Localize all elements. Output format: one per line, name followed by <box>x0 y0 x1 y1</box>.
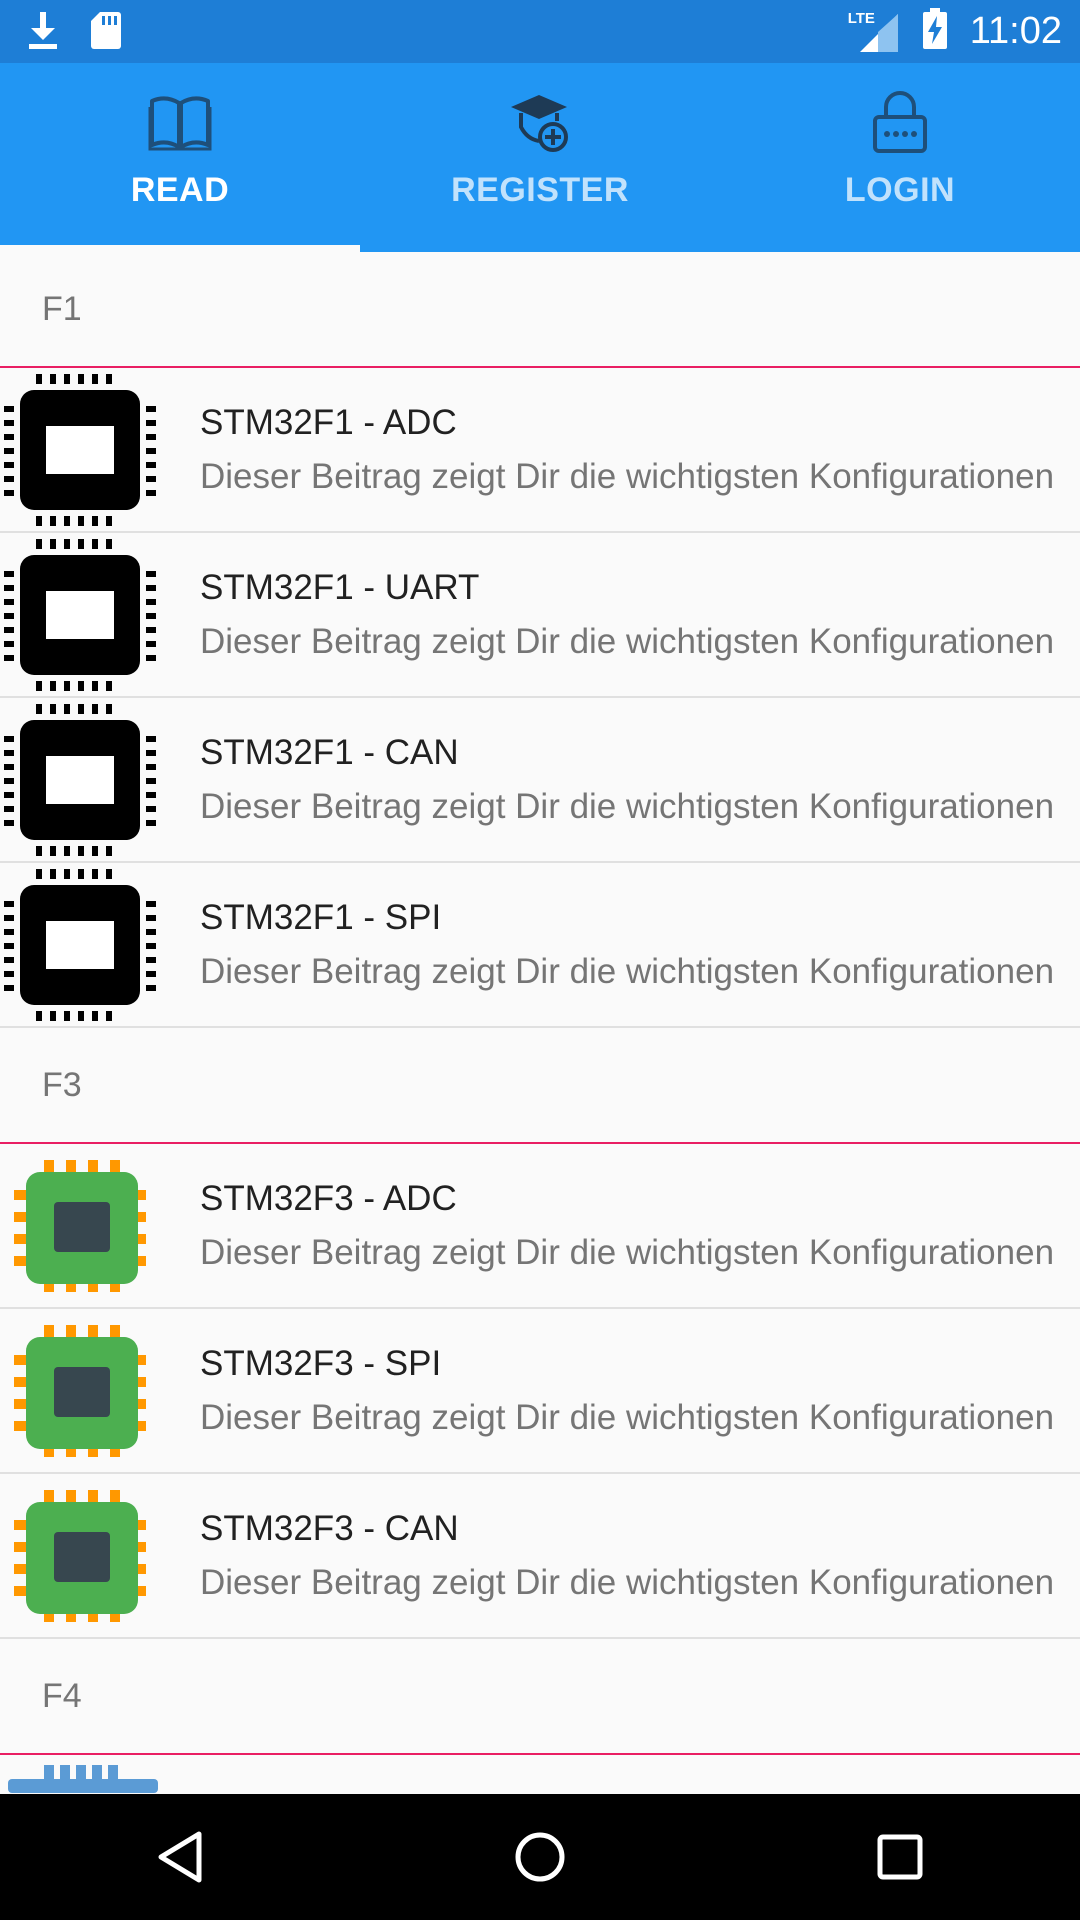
clock: 11:02 <box>969 10 1062 52</box>
section-header-f1: F1 <box>0 252 1080 368</box>
tab-bar: READ REGISTER LOGIN <box>0 63 1080 252</box>
item-subtitle: Dieser Beitrag zeigt Dir die wichtigsten… <box>200 1397 1055 1437</box>
chip-blue-icon <box>0 1755 200 1793</box>
item-title: STM32F1 - UART <box>200 567 480 607</box>
list-item-partial[interactable] <box>0 1755 1080 1794</box>
battery-charging-icon <box>922 8 948 55</box>
chip-green-icon <box>0 1144 200 1307</box>
item-subtitle: Dieser Beitrag zeigt Dir die wichtigsten… <box>200 786 1055 826</box>
item-subtitle: Dieser Beitrag zeigt Dir die wichtigsten… <box>200 621 1055 661</box>
item-title: STM32F1 - ADC <box>200 402 457 442</box>
item-title: STM32F3 - SPI <box>200 1343 442 1383</box>
chip-black-icon <box>0 698 200 861</box>
download-icon <box>26 10 60 55</box>
recents-icon[interactable] <box>840 1807 960 1907</box>
tab-read[interactable]: READ <box>0 63 360 252</box>
signal-icon: LTE <box>848 10 900 54</box>
home-icon[interactable] <box>480 1807 600 1907</box>
tab-register-label: REGISTER <box>451 171 629 209</box>
tab-login-label: LOGIN <box>844 171 956 209</box>
item-title: STM32F1 - CAN <box>200 732 459 772</box>
item-subtitle: Dieser Beitrag zeigt Dir die wichtigsten… <box>200 1562 1055 1602</box>
list-item[interactable]: STM32F3 - SPI Dieser Beitrag zeigt Dir d… <box>0 1309 1080 1474</box>
network-type-label: LTE <box>847 9 875 27</box>
list-item[interactable]: STM32F1 - ADC Dieser Beitrag zeigt Dir d… <box>0 368 1080 533</box>
tab-register[interactable]: REGISTER <box>360 63 720 252</box>
list-item[interactable]: STM32F1 - SPI Dieser Beitrag zeigt Dir d… <box>0 863 1080 1028</box>
item-subtitle: Dieser Beitrag zeigt Dir die wichtigsten… <box>200 1232 1055 1272</box>
chip-black-icon <box>0 863 200 1026</box>
back-icon[interactable] <box>120 1807 240 1907</box>
item-subtitle: Dieser Beitrag zeigt Dir die wichtigsten… <box>200 456 1055 496</box>
sd-card-icon <box>90 10 122 55</box>
article-list[interactable]: F1 STM32F1 - ADC Dieser Beitrag zeigt Di… <box>0 252 1080 1794</box>
item-subtitle: Dieser Beitrag zeigt Dir die wichtigsten… <box>200 951 1055 991</box>
book-icon <box>148 89 212 155</box>
section-header-f4: F4 <box>0 1639 1080 1755</box>
item-title: STM32F3 - CAN <box>200 1508 459 1548</box>
tab-read-label: READ <box>130 171 230 209</box>
item-title: STM32F1 - SPI <box>200 897 442 937</box>
list-item[interactable]: STM32F1 - UART Dieser Beitrag zeigt Dir … <box>0 533 1080 698</box>
section-header-f3: F3 <box>0 1028 1080 1144</box>
tab-login[interactable]: LOGIN <box>720 63 1080 252</box>
graduation-cap-add-icon <box>507 89 573 155</box>
chip-black-icon <box>0 368 200 531</box>
lock-icon <box>872 89 928 155</box>
chip-black-icon <box>0 533 200 696</box>
system-nav-bar <box>0 1794 1080 1920</box>
list-item[interactable]: STM32F3 - CAN Dieser Beitrag zeigt Dir d… <box>0 1474 1080 1639</box>
list-item[interactable]: STM32F1 - CAN Dieser Beitrag zeigt Dir d… <box>0 698 1080 863</box>
item-title: STM32F3 - ADC <box>200 1178 457 1218</box>
chip-green-icon <box>0 1309 200 1472</box>
chip-green-icon <box>0 1474 200 1637</box>
status-bar: LTE 11:02 <box>0 0 1080 63</box>
list-item[interactable]: STM32F3 - ADC Dieser Beitrag zeigt Dir d… <box>0 1144 1080 1309</box>
active-tab-indicator <box>0 245 360 252</box>
